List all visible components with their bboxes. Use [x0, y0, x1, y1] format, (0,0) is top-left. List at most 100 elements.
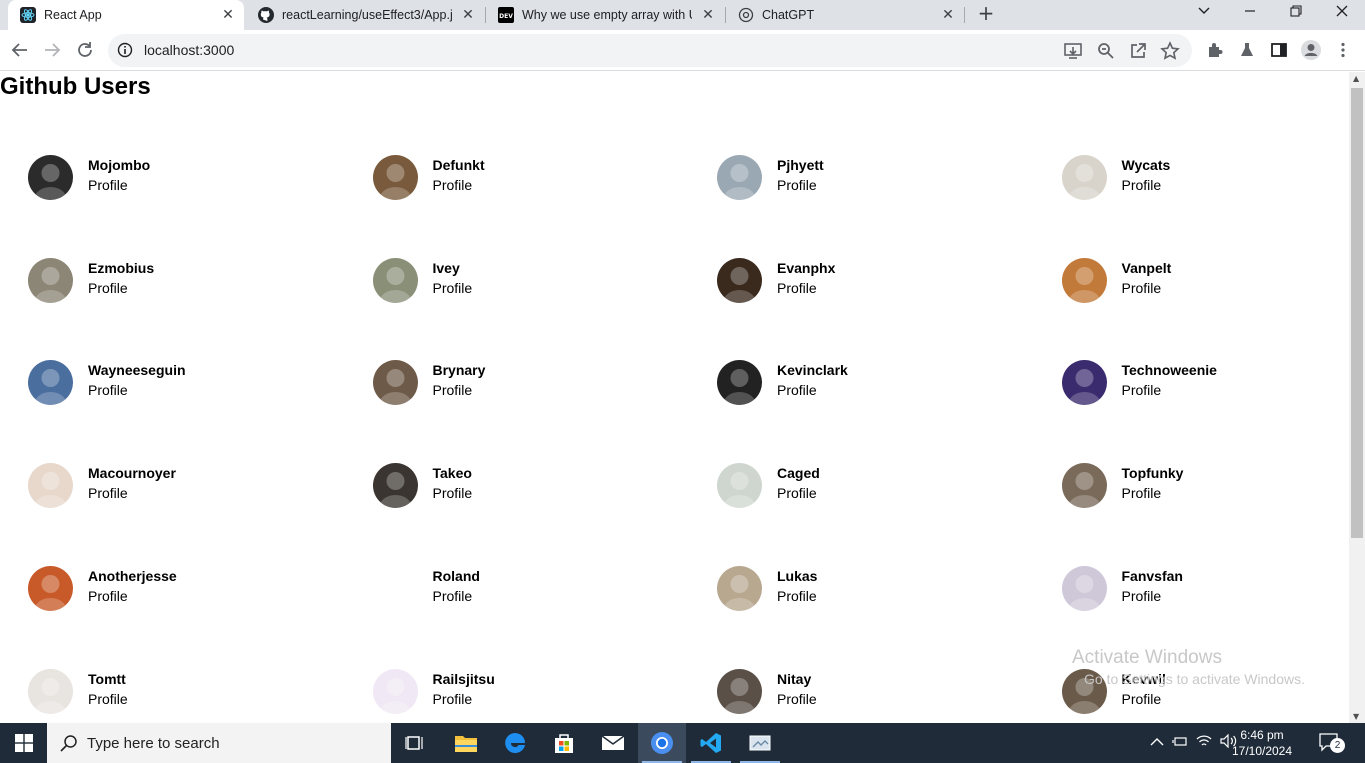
user-name: Fanvsfan — [1121, 567, 1183, 584]
profile-link[interactable]: Profile — [88, 177, 128, 193]
profile-link[interactable]: Profile — [1122, 588, 1162, 604]
edge-button[interactable] — [491, 723, 539, 763]
profile-link[interactable]: Profile — [433, 280, 473, 296]
profile-link[interactable]: Profile — [777, 382, 817, 398]
profile-link[interactable]: Profile — [433, 382, 473, 398]
avatar — [28, 463, 73, 509]
wifi-icon[interactable] — [1196, 734, 1212, 752]
github-icon — [258, 7, 274, 23]
user-name: Anotherjesse — [88, 567, 177, 584]
dev-icon: DEV — [498, 7, 514, 23]
install-app-icon[interactable] — [1063, 41, 1083, 65]
user-name: Technoweenie — [1121, 362, 1217, 379]
bookmark-star-icon[interactable] — [1160, 41, 1180, 65]
new-tab-button[interactable]: + — [975, 2, 997, 24]
profile-link[interactable]: Profile — [777, 588, 817, 604]
task-view-icon — [405, 736, 423, 750]
start-button[interactable] — [0, 723, 47, 763]
info-icon[interactable] — [117, 42, 133, 62]
close-icon[interactable]: ✕ — [700, 7, 716, 23]
user-card: Caged Profile — [717, 463, 1047, 513]
task-view-button[interactable] — [391, 723, 439, 763]
profile-link[interactable]: Profile — [433, 691, 473, 707]
profile-link[interactable]: Profile — [88, 485, 128, 501]
back-button[interactable] — [8, 38, 32, 62]
chrome-button[interactable] — [638, 723, 686, 763]
user-card: Tomtt Profile — [28, 668, 358, 719]
close-window-button[interactable] — [1319, 0, 1365, 30]
url-text[interactable]: localhost:3000 — [144, 34, 234, 67]
profile-link[interactable]: Profile — [777, 280, 817, 296]
tab-react-app[interactable]: React App ✕ — [8, 0, 244, 30]
profile-link[interactable]: Profile — [88, 280, 128, 296]
extensions-button[interactable] — [1203, 38, 1227, 62]
avatar — [372, 257, 418, 303]
menu-button[interactable] — [1331, 38, 1355, 62]
profile-link[interactable]: Profile — [777, 691, 817, 707]
tab-title: Why we use empty array with Us — [522, 8, 692, 22]
profile-link[interactable]: Profile — [1122, 177, 1162, 193]
snipping-tool-button[interactable] — [736, 723, 784, 763]
profile-link[interactable]: Profile — [88, 382, 128, 398]
profile-link[interactable]: Profile — [1122, 485, 1162, 501]
share-icon[interactable] — [1128, 41, 1148, 65]
taskbar-search-box[interactable]: Type here to search — [47, 723, 391, 763]
profile-button[interactable] — [1299, 38, 1323, 62]
reload-button[interactable] — [73, 38, 97, 62]
profile-link[interactable]: Profile — [88, 691, 128, 707]
taskbar-clock[interactable]: 6:46 pm 17/10/2024 — [1222, 727, 1302, 759]
battery-icon[interactable] — [1172, 734, 1188, 752]
profile-link[interactable]: Profile — [433, 177, 473, 193]
tab-search-button[interactable] — [1181, 0, 1227, 30]
labs-button[interactable] — [1235, 38, 1259, 62]
arrow-left-icon — [11, 43, 27, 57]
user-name: Topfunky — [1121, 465, 1184, 482]
chrome-icon — [651, 732, 673, 754]
user-name: Wycats — [1121, 157, 1171, 173]
zoom-icon[interactable] — [1096, 41, 1116, 65]
notification-center-button[interactable]: 2 — [1318, 732, 1346, 754]
close-icon[interactable]: ✕ — [460, 7, 476, 23]
vscode-button[interactable] — [687, 723, 735, 763]
vscode-icon — [700, 733, 721, 753]
close-icon[interactable]: ✕ — [220, 7, 236, 23]
page-scrollbar[interactable]: ▲ ▼ — [1349, 72, 1365, 723]
close-icon[interactable]: ✕ — [940, 7, 956, 23]
profile-link[interactable]: Profile — [433, 485, 473, 501]
profile-link[interactable]: Profile — [433, 588, 473, 604]
profile-link[interactable]: Profile — [777, 177, 817, 193]
chevron-up-icon[interactable] — [1150, 735, 1164, 751]
user-card: Macournoyer Profile — [28, 463, 358, 513]
user-row: Macournoyer Profile Takeo Profile Caged Profi… — [28, 463, 1348, 523]
profile-link[interactable]: Profile — [88, 588, 128, 604]
scroll-down-arrow-icon[interactable]: ▼ — [1353, 712, 1359, 721]
side-panel-button[interactable] — [1267, 38, 1291, 62]
tab-chatgpt[interactable]: ChatGPT ✕ — [726, 0, 964, 30]
minimize-button[interactable] — [1227, 0, 1273, 30]
user-row: Ezmobius Profile Ivey Profile Evanphx Profile… — [28, 257, 1348, 318]
profile-link[interactable]: Profile — [1122, 691, 1162, 707]
user-name: Nitay — [777, 670, 812, 687]
avatar — [372, 360, 418, 406]
restore-button[interactable] — [1273, 0, 1319, 30]
profile-link[interactable]: Profile — [1122, 280, 1162, 296]
store-button[interactable] — [540, 723, 588, 763]
user-row: Wayneeseguin Profile Brynary Profile Kevincl… — [28, 360, 1348, 420]
account-icon — [1301, 40, 1321, 60]
profile-link[interactable]: Profile — [777, 485, 817, 501]
mail-button[interactable] — [589, 723, 637, 763]
activate-windows-watermark: Activate Windows Go to Settings to activ… — [1072, 647, 1305, 687]
user-card: Takeo Profile — [372, 463, 703, 513]
tab-dev-article[interactable]: DEV Why we use empty array with Us ✕ — [486, 0, 724, 30]
search-placeholder: Type here to search — [87, 734, 220, 752]
file-explorer-button[interactable] — [442, 723, 490, 763]
tab-github[interactable]: reactLearning/useEffect3/App.js ✕ — [246, 0, 484, 30]
scroll-thumb[interactable] — [1351, 88, 1363, 538]
user-card: Technoweenie Profile — [1061, 360, 1350, 410]
scroll-up-arrow-icon[interactable]: ▲ — [1353, 74, 1359, 83]
profile-link[interactable]: Profile — [1122, 382, 1162, 398]
address-bar[interactable]: localhost:3000 — [108, 34, 1192, 67]
user-card: Fanvsfan Profile — [1061, 565, 1350, 616]
user-name: Tomtt — [88, 670, 126, 687]
forward-button[interactable] — [40, 38, 64, 62]
